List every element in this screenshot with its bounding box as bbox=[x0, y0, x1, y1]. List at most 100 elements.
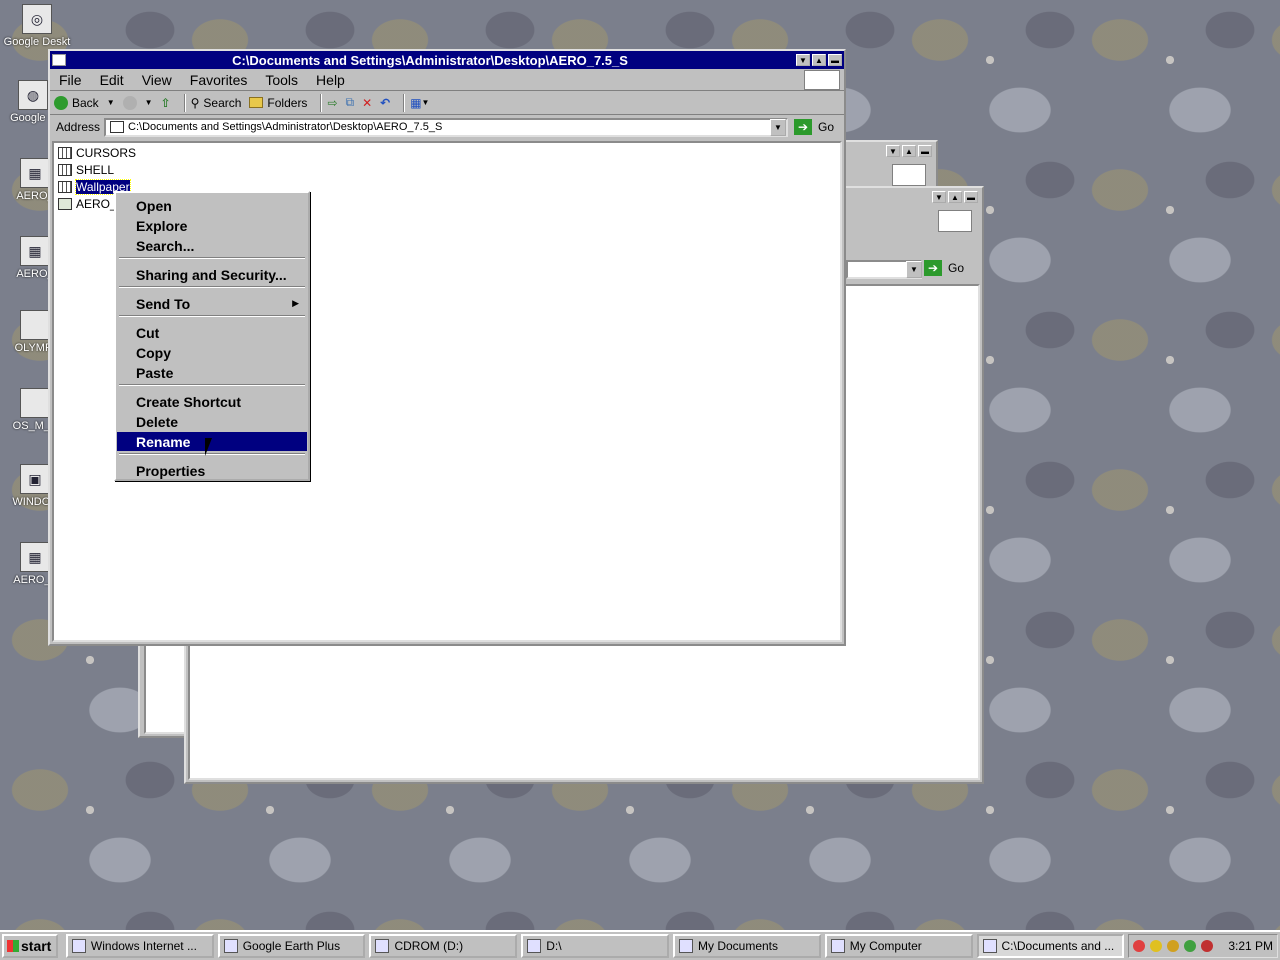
address-dropdown-button[interactable]: ▼ bbox=[906, 261, 922, 278]
menu-help[interactable]: Help bbox=[307, 72, 354, 88]
menu-item-cut[interactable]: Cut bbox=[117, 323, 307, 342]
search-label: Search bbox=[203, 95, 242, 110]
move-to-icon: ⇨ bbox=[327, 95, 338, 110]
computer-icon bbox=[830, 939, 845, 953]
desktop-icon-google-desktop[interactable]: ◎ Google Deskt bbox=[2, 4, 72, 48]
menu-item-open[interactable]: Open bbox=[117, 196, 307, 215]
desktop-icon-label: Google Deskt bbox=[3, 36, 71, 48]
document-icon bbox=[20, 388, 50, 418]
copy-to-icon: ⧉ bbox=[345, 95, 355, 109]
restore-button[interactable]: ▬ bbox=[828, 54, 842, 66]
antivirus-icon[interactable] bbox=[1201, 940, 1214, 952]
address-value: C:\Documents and Settings\Administrator\… bbox=[128, 121, 443, 133]
windows-logo-icon bbox=[938, 210, 972, 232]
list-item[interactable]: CURSORS bbox=[58, 145, 136, 160]
folder-icon: ▦ bbox=[20, 542, 50, 572]
go-button[interactable]: ➔ Go bbox=[924, 260, 964, 276]
folder-icon: ▦ bbox=[20, 236, 50, 266]
network-icon[interactable] bbox=[1184, 940, 1197, 952]
title-bar[interactable]: C:\Documents and Settings\Administrator\… bbox=[50, 51, 844, 69]
menu-item-create-shortcut[interactable]: Create Shortcut bbox=[117, 392, 307, 411]
up-folder-button[interactable]: ⇧ bbox=[161, 96, 171, 110]
taskbar-item-my-computer[interactable]: My Computer bbox=[824, 934, 973, 958]
task-label: My Computer bbox=[849, 939, 922, 953]
minimize-button[interactable]: ▼ bbox=[886, 145, 900, 157]
image-file-icon bbox=[58, 197, 72, 210]
menu-item-explore[interactable]: Explore bbox=[117, 216, 307, 235]
delete-button[interactable]: ✕ bbox=[362, 96, 372, 110]
folder-icon bbox=[58, 163, 72, 176]
google-earth-icon bbox=[223, 939, 238, 953]
undo-button[interactable]: ↶ bbox=[380, 96, 390, 110]
maximize-button[interactable]: ▲ bbox=[948, 191, 962, 203]
taskbar-item-my-documents[interactable]: My Documents bbox=[672, 934, 821, 958]
system-tray: 3:21 PM bbox=[1128, 934, 1279, 958]
taskbar-item-internet-explorer[interactable]: Windows Internet ... bbox=[65, 934, 214, 958]
window-controls: ▼ ▲ ▬ bbox=[884, 145, 932, 157]
menu-item-rename[interactable]: Rename bbox=[117, 432, 307, 451]
search-button[interactable]: ⚲ Search bbox=[191, 96, 242, 110]
menu-edit[interactable]: Edit bbox=[91, 72, 133, 88]
move-to-button[interactable]: ⇨ bbox=[327, 96, 337, 110]
go-label: Go bbox=[948, 261, 965, 275]
clock[interactable]: 3:21 PM bbox=[1228, 939, 1273, 953]
list-item[interactable]: SHELL bbox=[58, 162, 114, 177]
document-icon bbox=[20, 310, 50, 340]
restore-button[interactable]: ▬ bbox=[918, 145, 932, 157]
folder-icon bbox=[58, 146, 72, 159]
task-label: C:\Documents and ... bbox=[1001, 939, 1115, 953]
minimize-button[interactable]: ▼ bbox=[932, 191, 946, 203]
folder-icon bbox=[58, 180, 72, 193]
window-controls: ▼ ▲ ▬ bbox=[930, 191, 978, 203]
menu-tools[interactable]: Tools bbox=[256, 72, 307, 88]
menu-item-sharing-security[interactable]: Sharing and Security... bbox=[117, 265, 307, 284]
go-button[interactable]: ➔ Go bbox=[793, 119, 834, 135]
chevron-down-icon: ▼ bbox=[106, 98, 115, 107]
menu-view[interactable]: View bbox=[133, 72, 181, 88]
cd-drive-icon bbox=[527, 939, 542, 953]
warning-icon[interactable] bbox=[1167, 940, 1180, 952]
menu-item-send-to[interactable]: Send To ▶ bbox=[117, 294, 307, 313]
copy-to-button[interactable]: ⧉ bbox=[346, 95, 355, 110]
address-dropdown-button[interactable]: ▼ bbox=[769, 118, 786, 136]
forward-arrow-icon bbox=[122, 95, 137, 110]
menu-item-search[interactable]: Search... bbox=[117, 236, 307, 255]
address-input[interactable]: C:\Documents and Settings\Administrator\… bbox=[104, 117, 788, 137]
taskbar: start Windows Internet ... Google Earth … bbox=[0, 930, 1280, 960]
file-list-pane[interactable] bbox=[144, 642, 186, 734]
restore-button[interactable]: ▬ bbox=[964, 191, 978, 203]
file-name: CURSORS bbox=[76, 145, 137, 160]
views-icon: ▦ bbox=[410, 95, 422, 110]
taskbar-item-cdrom[interactable]: CDROM (D:) bbox=[369, 934, 518, 958]
menu-item-paste[interactable]: Paste bbox=[117, 363, 307, 382]
chrome-icon[interactable] bbox=[1133, 940, 1146, 952]
search-icon: ⚲ bbox=[190, 95, 200, 110]
menu-separator bbox=[119, 286, 305, 288]
menu-item-copy[interactable]: Copy bbox=[117, 343, 307, 362]
window-title: C:\Documents and Settings\Administrator\… bbox=[232, 52, 628, 68]
menu-favorites[interactable]: Favorites bbox=[181, 72, 257, 88]
back-button[interactable]: Back ▼ bbox=[54, 95, 115, 110]
chevron-down-icon: ▼ bbox=[144, 98, 153, 107]
folder-icon: ▦ bbox=[20, 158, 50, 188]
maximize-button[interactable]: ▲ bbox=[812, 54, 826, 66]
minimize-button[interactable]: ▼ bbox=[796, 54, 810, 66]
taskbar-item-d-drive[interactable]: D:\ bbox=[521, 934, 669, 958]
folders-button[interactable]: Folders bbox=[249, 96, 307, 110]
shield-icon[interactable] bbox=[1150, 940, 1163, 952]
menu-file[interactable]: File bbox=[50, 72, 91, 88]
taskbar-item-google-earth[interactable]: Google Earth Plus bbox=[217, 934, 366, 958]
start-button[interactable]: start bbox=[2, 934, 58, 958]
maximize-button[interactable]: ▲ bbox=[902, 145, 916, 157]
forward-button[interactable]: ▼ bbox=[122, 95, 153, 110]
taskbar-item-documents-active[interactable]: C:\Documents and ... bbox=[976, 934, 1125, 958]
menu-separator bbox=[119, 257, 305, 259]
submenu-arrow-icon: ▶ bbox=[292, 298, 299, 308]
menu-item-properties[interactable]: Properties bbox=[117, 461, 307, 480]
task-label: D:\ bbox=[546, 939, 562, 953]
menu-item-delete[interactable]: Delete bbox=[117, 412, 307, 431]
go-label: Go bbox=[817, 120, 834, 134]
menu-separator bbox=[119, 453, 305, 455]
delete-x-icon: ✕ bbox=[362, 95, 373, 110]
views-button[interactable]: ▦ ▼ bbox=[410, 96, 429, 110]
